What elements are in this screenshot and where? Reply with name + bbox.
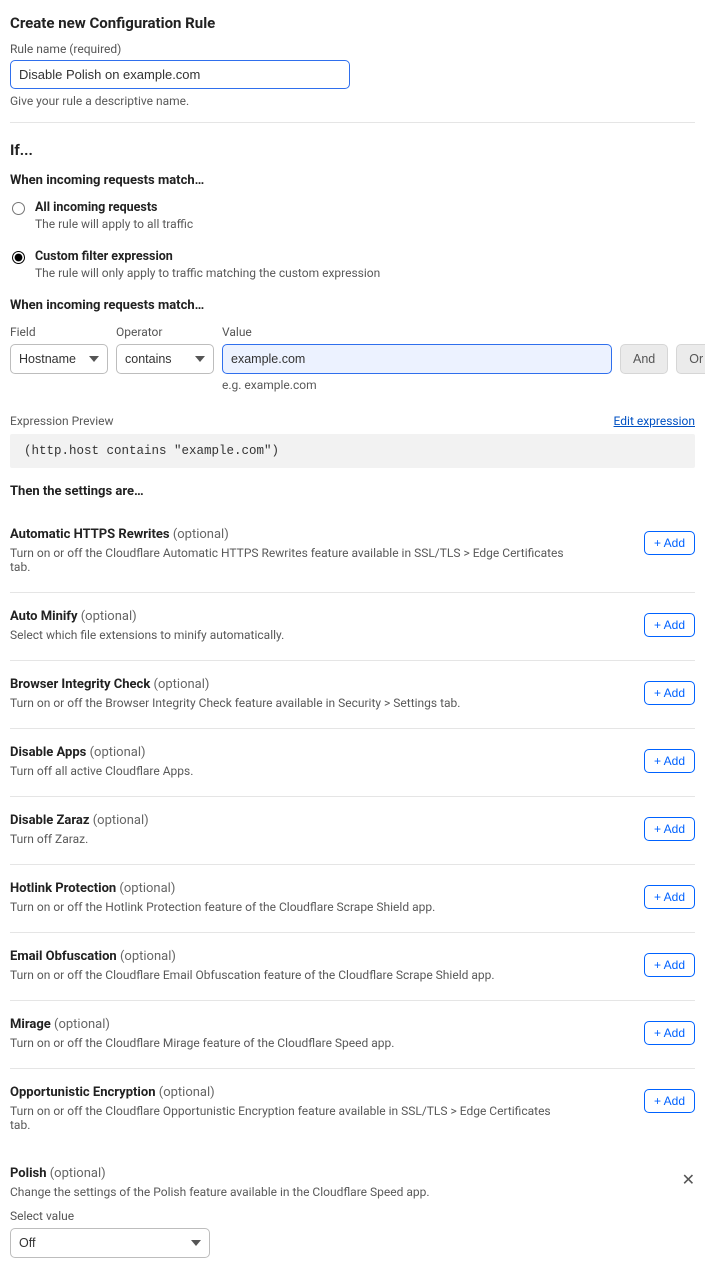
radio-custom-title: Custom filter expression [35,249,380,264]
optional-label: (optional) [86,745,145,760]
setting-polish-desc: Change the settings of the Polish featur… [10,1185,570,1199]
radio-all-input[interactable] [12,202,25,215]
setting-polish-title: Polish [10,1166,46,1181]
radio-all-title: All incoming requests [35,200,193,215]
and-button[interactable]: And [620,344,668,374]
setting-desc: Turn on or off the Cloudflare Mirage fea… [10,1036,394,1050]
add-button[interactable]: + Add [644,531,695,555]
setting-row: Auto Minify (optional) Select which file … [10,593,695,661]
radio-all-desc: The rule will apply to all traffic [35,217,193,231]
match-heading: When incoming requests match… [10,173,695,188]
setting-desc: Turn on or off the Cloudflare Automatic … [10,546,570,574]
radio-custom-input[interactable] [12,251,25,264]
add-button[interactable]: + Add [644,817,695,841]
add-button[interactable]: + Add [644,749,695,773]
setting-desc: Select which file extensions to minify a… [10,628,284,642]
optional-label: (optional) [51,1017,110,1032]
setting-desc: Turn off all active Cloudflare Apps. [10,764,193,778]
setting-title: Auto Minify [10,609,78,624]
page-title: Create new Configuration Rule [10,14,695,32]
setting-title: Automatic HTTPS Rewrites [10,527,170,542]
operator-label: Operator [116,325,214,339]
polish-value-select[interactable]: Off [10,1228,210,1258]
setting-row: Disable Apps (optional) Turn off all acti… [10,729,695,797]
setting-row: Automatic HTTPS Rewrites (optional) Turn … [10,511,695,593]
then-heading: Then the settings are… [10,484,695,499]
close-icon[interactable]: ✕ [682,1172,695,1188]
if-heading: If... [10,141,695,159]
rule-name-input[interactable] [10,60,350,89]
setting-row: Email Obfuscation (optional) Turn on or o… [10,933,695,1001]
optional-label: (optional) [90,813,149,828]
add-button[interactable]: + Add [644,681,695,705]
setting-row: Browser Integrity Check (optional) Turn o… [10,661,695,729]
setting-row: Disable Zaraz (optional) Turn off Zaraz. +… [10,797,695,865]
setting-title: Browser Integrity Check [10,677,150,692]
add-button[interactable]: + Add [644,613,695,637]
setting-desc: Turn on or off the Cloudflare Opportunis… [10,1104,570,1132]
add-button[interactable]: + Add [644,885,695,909]
field-label: Field [10,325,108,339]
setting-row: Mirage (optional) Turn on or off the Clou… [10,1001,695,1069]
add-button[interactable]: + Add [644,1021,695,1045]
radio-custom-desc: The rule will only apply to traffic matc… [35,266,380,280]
setting-title: Email Obfuscation [10,949,117,964]
value-hint: e.g. example.com [222,378,612,392]
setting-title: Mirage [10,1017,51,1032]
setting-desc: Turn on or off the Browser Integrity Che… [10,696,460,710]
edit-expression-link[interactable]: Edit expression [614,414,695,428]
expression-preview-label: Expression Preview [10,414,114,428]
optional-label: (optional) [117,949,176,964]
setting-row: Hotlink Protection (optional) Turn on or … [10,865,695,933]
optional-label: (optional) [78,609,137,624]
optional-label: (optional) [50,1166,106,1181]
match-heading-2: When incoming requests match… [10,298,695,313]
setting-polish: Polish (optional) Change the settings of… [10,1150,695,1264]
setting-title: Hotlink Protection [10,881,116,896]
optional-label: (optional) [156,1085,215,1100]
add-button[interactable]: + Add [644,1089,695,1113]
expression-preview-code: (http.host contains "example.com") [10,434,695,468]
polish-select-label: Select value [10,1209,682,1223]
divider [10,122,695,123]
optional-label: (optional) [116,881,175,896]
setting-desc: Turn on or off the Hotlink Protection fe… [10,900,435,914]
setting-title: Opportunistic Encryption [10,1085,156,1100]
add-button[interactable]: + Add [644,953,695,977]
setting-row: Opportunistic Encryption (optional) Turn … [10,1069,695,1150]
setting-title: Disable Apps [10,745,86,760]
value-input[interactable] [222,344,612,374]
radio-custom-filter[interactable]: Custom filter expression The rule will o… [10,249,695,280]
operator-select[interactable]: contains [116,344,214,374]
setting-desc: Turn on or off the Cloudflare Email Obfu… [10,968,495,982]
value-label: Value [222,325,612,339]
setting-desc: Turn off Zaraz. [10,832,149,846]
rule-name-label: Rule name (required) [10,42,695,56]
or-button[interactable]: Or [676,344,705,374]
setting-title: Disable Zaraz [10,813,90,828]
rule-name-helper: Give your rule a descriptive name. [10,94,695,108]
radio-all-incoming[interactable]: All incoming requests The rule will appl… [10,200,695,231]
optional-label: (optional) [170,527,229,542]
field-select[interactable]: Hostname [10,344,108,374]
optional-label: (optional) [150,677,209,692]
